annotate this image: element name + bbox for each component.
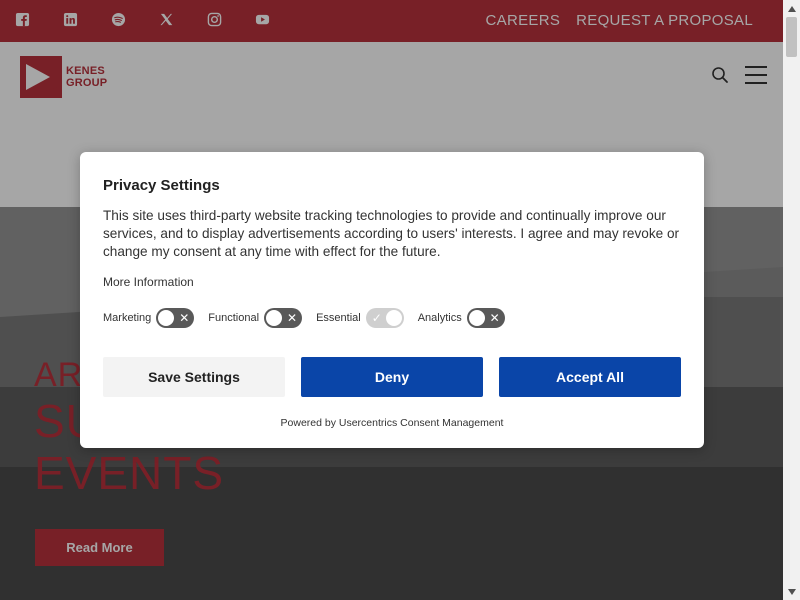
marketing-switch[interactable]: ✕ [156, 308, 195, 328]
toggle-analytics: Analytics ✕ [418, 308, 505, 328]
toggle-label: Analytics [417, 312, 462, 324]
dialog-description: This site uses third-party website track… [103, 208, 680, 259]
save-settings-button[interactable]: Save Settings [103, 357, 285, 397]
analytics-switch[interactable]: ✕ [466, 308, 505, 328]
toggle-label: Essential [316, 312, 361, 324]
essential-switch: ✓ [365, 308, 404, 328]
check-icon: ✓ [371, 311, 382, 325]
dialog-buttons: Save Settings Deny Accept All [103, 357, 681, 397]
powered-by-text: Powered by Usercentrics Consent Manageme… [280, 417, 504, 429]
toggle-essential: Essential ✓ [316, 308, 404, 328]
consent-toggles: Marketing ✕ Functional ✕ Essential ✓ Ana… [103, 308, 519, 328]
privacy-settings-dialog: Privacy Settings This site uses third-pa… [80, 152, 704, 448]
dialog-title: Privacy Settings [103, 177, 220, 194]
x-icon: ✕ [489, 311, 500, 325]
x-icon: ✕ [287, 311, 298, 325]
deny-button[interactable]: Deny [301, 357, 483, 397]
scroll-up-icon[interactable] [783, 0, 800, 17]
accept-all-button[interactable]: Accept All [499, 357, 681, 397]
x-icon: ✕ [179, 311, 190, 325]
scrollbar[interactable] [783, 0, 800, 600]
toggle-label: Functional [208, 312, 260, 324]
scrollbar-thumb[interactable] [786, 17, 797, 57]
more-information-link[interactable]: More Information [103, 275, 194, 289]
toggle-marketing: Marketing ✕ [103, 308, 195, 328]
toggle-functional: Functional ✕ [208, 308, 303, 328]
scroll-down-icon[interactable] [783, 583, 800, 600]
toggle-label: Marketing [103, 312, 152, 324]
functional-switch[interactable]: ✕ [264, 308, 303, 328]
